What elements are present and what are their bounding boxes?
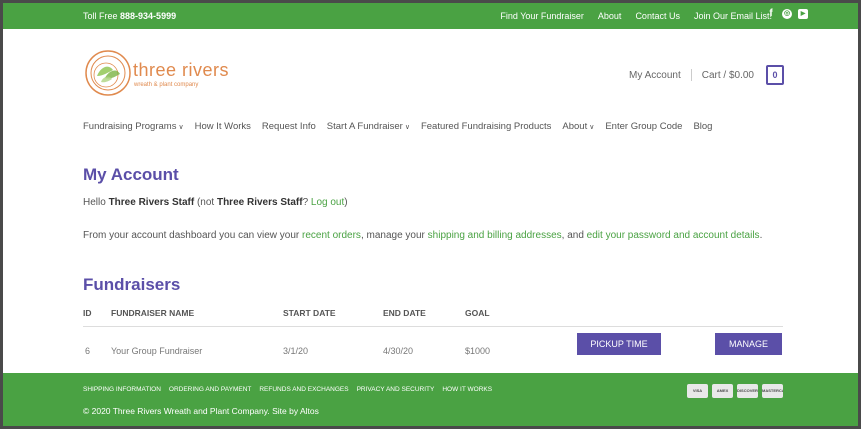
footer-link-how-it-works[interactable]: HOW IT WORKS [442,386,492,393]
cart-link[interactable]: Cart / $0.00 [702,70,754,81]
youtube-icon[interactable]: ▶ [798,9,808,19]
logo[interactable]: three rivers wreath & plant company [83,46,233,100]
footer: SHIPPING INFORMATION ORDERING AND PAYMEN… [3,373,858,426]
mastercard-card-icon: MASTERCARD [762,384,783,398]
window-frame: Toll Free 888-934-5999 Find Your Fundrai… [0,0,861,429]
user-name: Three Rivers Staff [108,197,195,208]
row-name: Your Group Fundraiser [111,346,203,356]
discover-card-icon: DISCOVER [737,384,758,398]
nav-item-request-info[interactable]: Request Info [262,121,316,132]
copyright: © 2020 Three Rivers Wreath and Plant Com… [83,406,319,416]
chevron-down-icon: ∨ [404,124,410,131]
nav-label: Start A Fundraiser [326,121,403,132]
nav-item-featured-products[interactable]: Featured Fundraising Products [421,121,551,132]
table-divider [83,326,783,327]
hello-message: Hello Three Rivers Staff (not Three Rive… [83,197,348,208]
phone-number[interactable]: 888-934-5999 [120,11,176,21]
instagram-icon[interactable]: ◎ [782,9,792,19]
toll-free-label: Toll Free [83,11,118,21]
dash-text-4: . [759,230,763,241]
close-paren: ) [344,197,348,208]
dash-text-2: , manage your [360,230,425,241]
amex-card-icon: AMEX [712,384,733,398]
table-row: 6 Your Group Fundraiser 3/1/20 4/30/20 $… [83,333,783,359]
logo-mark-icon [85,50,131,96]
nav-label: Fundraising Programs [83,121,177,132]
header-account-cart: My Account Cart / $0.00 0 [629,65,784,85]
toll-free: Toll Free 888-934-5999 [83,11,176,21]
manage-button[interactable]: MANAGE [715,333,782,355]
logout-link[interactable]: Log out [311,197,344,208]
col-name: FUNDRAISER NAME [111,308,195,318]
row-start: 3/1/20 [283,346,309,356]
footer-link-refunds[interactable]: REFUNDS AND EXCHANGES [259,386,348,393]
edit-account-link[interactable]: edit your password and account details [587,230,760,241]
nav-item-blog[interactable]: Blog [693,121,712,132]
top-link-find-fundraiser[interactable]: Find Your Fundraiser [500,11,584,21]
dashboard-intro: From your account dashboard you can view… [83,227,783,244]
visa-card-icon: VISA [687,384,708,398]
row-end: 4/30/20 [383,346,414,356]
question-mark: ? [302,197,309,208]
top-links: Find Your Fundraiser About Contact Us Jo… [500,11,772,21]
top-link-email-list[interactable]: Join Our Email List! [694,11,772,21]
divider [690,69,692,81]
footer-link-shipping[interactable]: SHIPPING INFORMATION [83,386,161,393]
col-start: START DATE [283,308,336,318]
not-user-name: Three Rivers Staff [216,197,303,208]
dash-text-1: From your account dashboard you can view… [83,230,300,241]
hello-prefix: Hello [83,197,106,208]
nav-label: About [562,121,588,132]
table-header: ID FUNDRAISER NAME START DATE END DATE G… [83,308,783,324]
nav-item-fundraising-programs[interactable]: Fundraising Programs ∨ [83,121,184,132]
footer-link-privacy[interactable]: PRIVACY AND SECURITY [357,386,435,393]
addresses-link[interactable]: shipping and billing addresses [428,230,562,241]
recent-orders-link[interactable]: recent orders [302,230,361,241]
nav-item-how-it-works[interactable]: How It Works [195,121,251,132]
cart-icon[interactable]: 0 [766,65,784,85]
top-link-about[interactable]: About [598,11,622,21]
col-goal: GOAL [465,308,490,318]
logo-tagline: wreath & plant company [134,82,199,88]
top-link-contact[interactable]: Contact Us [635,11,680,21]
page-title: My Account [83,165,179,184]
not-prefix: (not [196,197,215,208]
pickup-time-button[interactable]: PICKUP TIME [577,333,661,355]
row-goal: $1000 [465,346,491,356]
nav-item-enter-group-code[interactable]: Enter Group Code [605,121,682,132]
main-nav: Fundraising Programs ∨ How It Works Reque… [83,121,712,132]
col-end: END DATE [383,308,426,318]
footer-links: SHIPPING INFORMATION ORDERING AND PAYMEN… [83,386,492,393]
top-bar: Toll Free 888-934-5999 Find Your Fundrai… [3,3,858,29]
row-id: 6 [85,346,91,356]
nav-item-start-a-fundraiser[interactable]: Start A Fundraiser ∨ [327,121,410,132]
social-links: f ◎ ▶ [766,9,808,19]
facebook-icon[interactable]: f [766,9,776,19]
logo-name: three rivers [133,60,230,80]
my-account-link[interactable]: My Account [629,70,681,81]
fundraisers-title: Fundraisers [83,275,181,294]
footer-link-ordering[interactable]: ORDERING AND PAYMENT [169,386,251,393]
chevron-down-icon: ∨ [589,124,595,131]
chevron-down-icon: ∨ [178,124,184,131]
dash-text-3: , and [561,230,584,241]
page: Toll Free 888-934-5999 Find Your Fundrai… [3,3,858,426]
nav-item-about[interactable]: About ∨ [562,121,594,132]
payment-cards: VISA AMEX DISCOVER MASTERCARD [687,384,783,398]
col-id: ID [83,308,92,318]
